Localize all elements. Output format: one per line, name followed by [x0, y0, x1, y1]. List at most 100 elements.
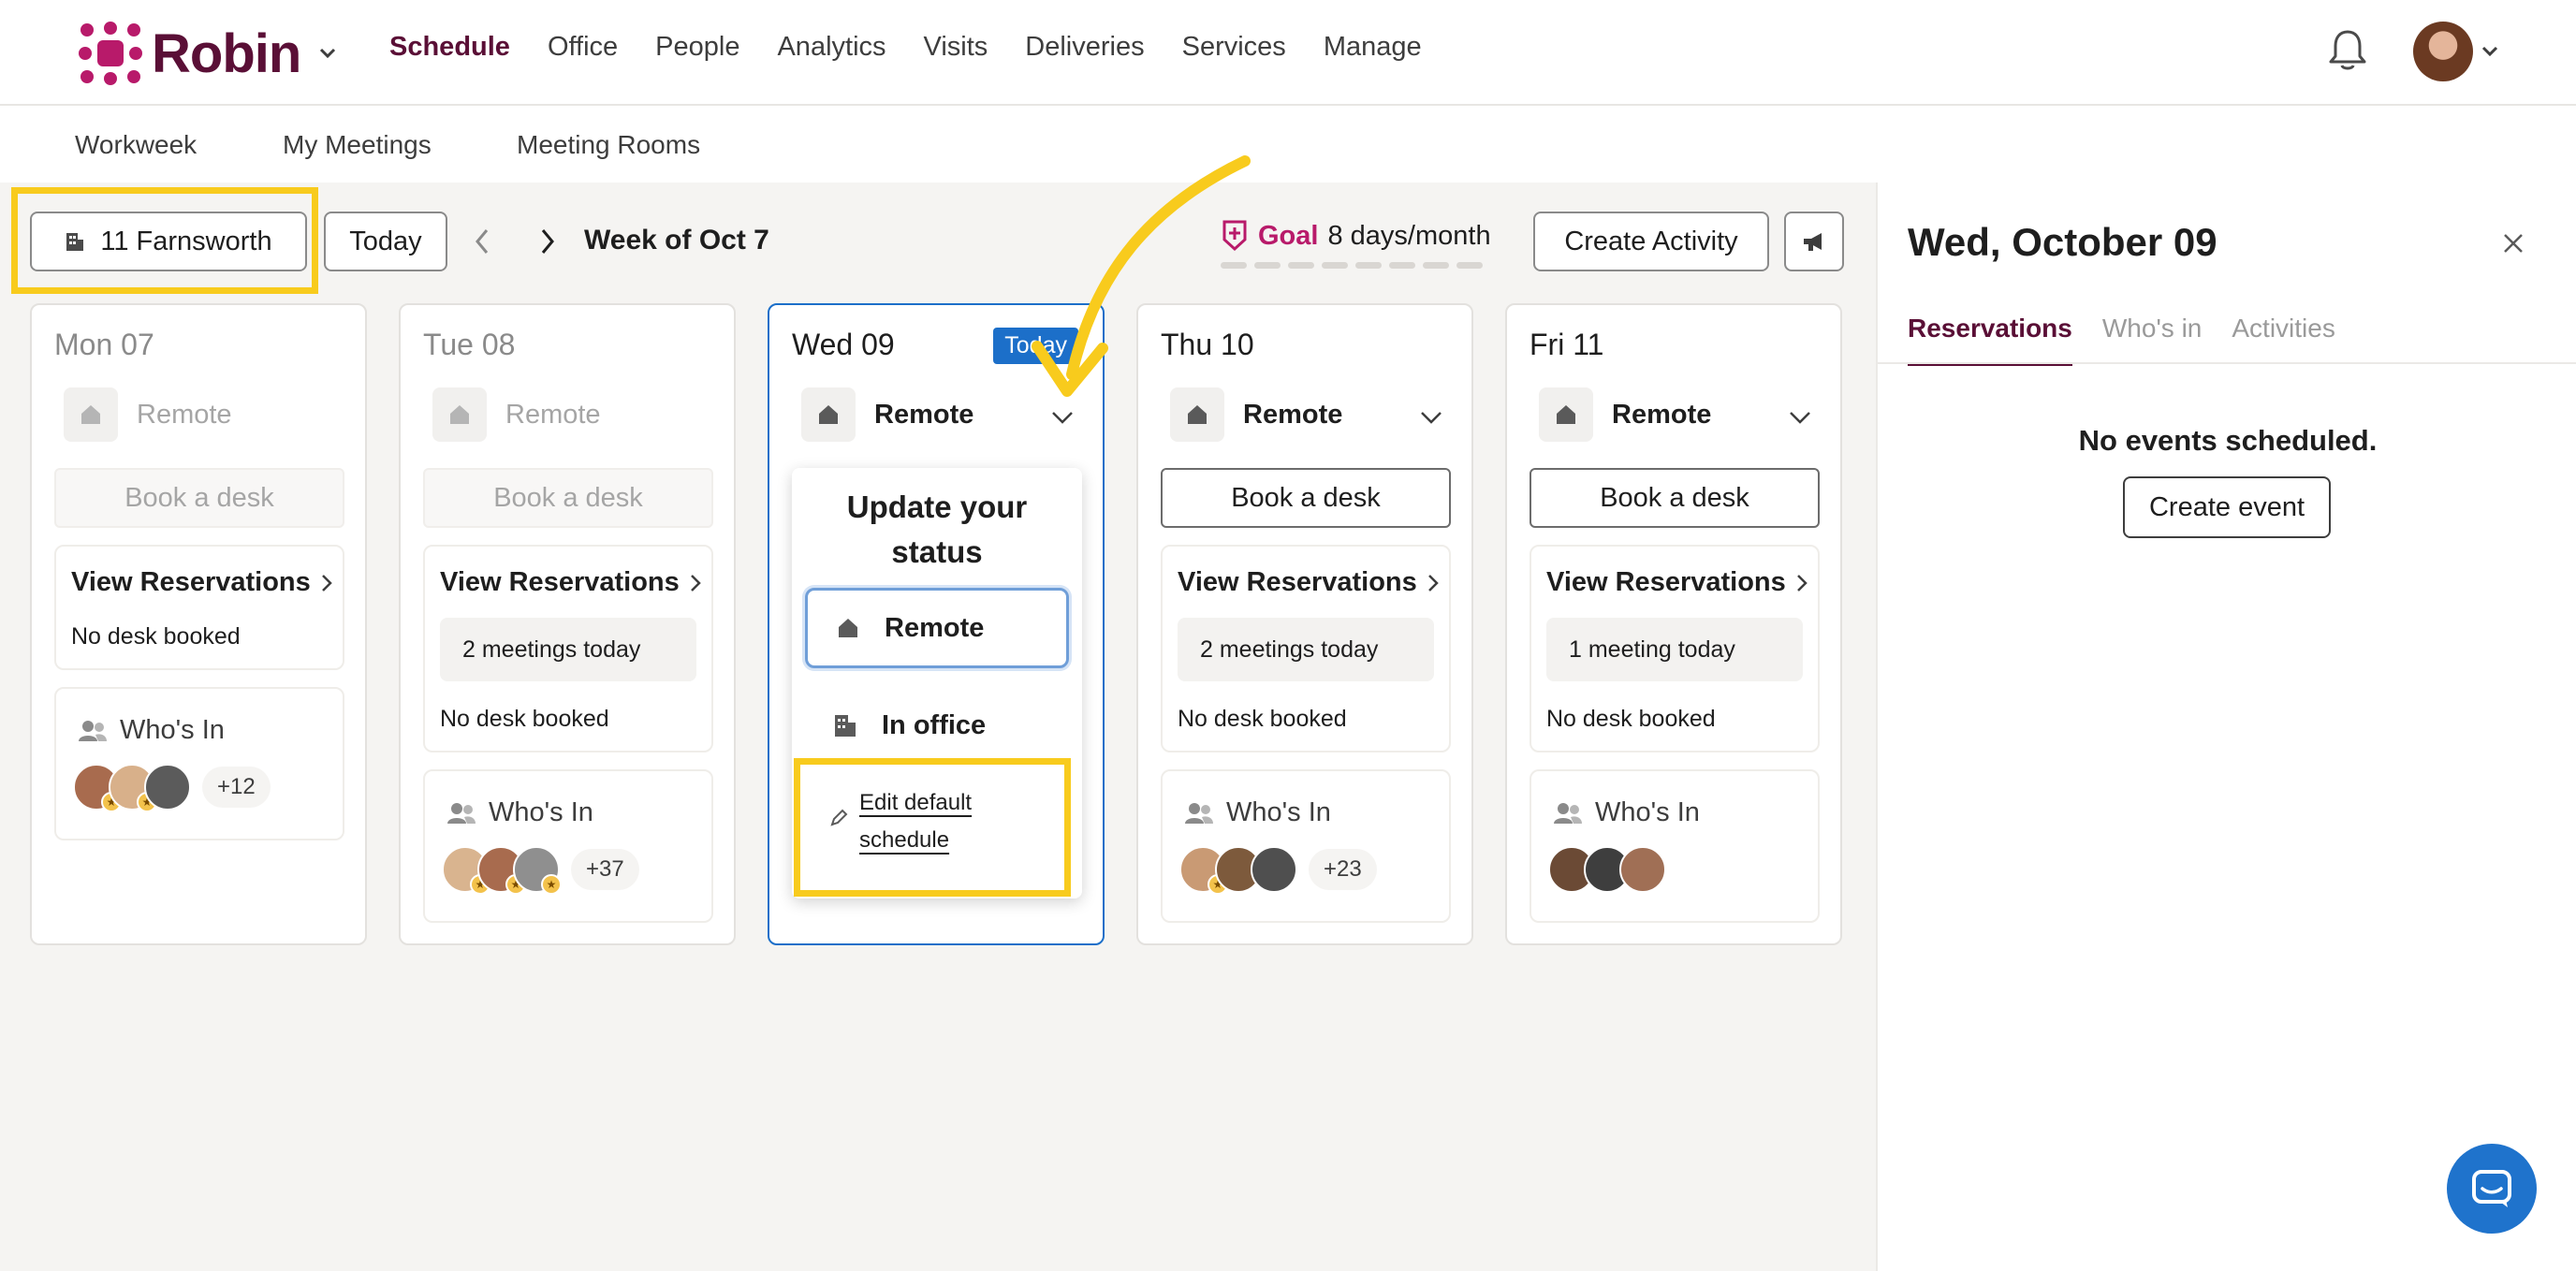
create-event-button[interactable]: Create event — [2123, 476, 2331, 538]
view-reservations-link[interactable]: View Reservations — [1178, 567, 1440, 598]
book-desk-button[interactable]: Book a desk — [1530, 468, 1820, 528]
status-indicator: Remote — [432, 387, 601, 442]
nav-item-visits[interactable]: Visits — [924, 32, 988, 63]
create-activity-button[interactable]: Create Activity — [1533, 212, 1769, 271]
status-dropdown[interactable]: Remote — [801, 387, 973, 442]
robin-logo-mark-icon — [79, 22, 142, 85]
view-reservations-link[interactable]: View Reservations — [1546, 567, 1808, 598]
nav-item-office[interactable]: Office — [548, 32, 618, 63]
reservations-card[interactable]: View Reservations No desk booked — [54, 545, 344, 670]
nav-item-people[interactable]: People — [655, 32, 739, 63]
meetings-count[interactable]: 2 meetings today — [440, 618, 696, 681]
edit-schedule-highlight-annotation — [794, 758, 1071, 897]
meetings-count[interactable]: 1 meeting today — [1546, 618, 1803, 681]
chevron-right-icon — [690, 574, 701, 592]
chevron-right-icon — [321, 574, 332, 592]
attendee-avatars[interactable]: ★ +23 — [1179, 846, 1377, 895]
people-icon — [79, 720, 107, 741]
chevron-right-icon — [1427, 574, 1439, 592]
status-label: Remote — [1243, 399, 1343, 430]
status-dropdown[interactable]: Remote — [1539, 387, 1711, 442]
no-desk-text: No desk booked — [1178, 706, 1347, 732]
no-desk-text: No desk booked — [71, 623, 241, 650]
chevron-down-icon[interactable] — [317, 43, 338, 64]
home-icon — [1539, 387, 1593, 442]
view-reservations-link[interactable]: View Reservations — [440, 567, 702, 598]
tab-divider — [1878, 362, 2576, 364]
next-week-icon[interactable] — [535, 226, 558, 256]
nav-item-deliveries[interactable]: Deliveries — [1025, 32, 1144, 63]
book-desk-button: Book a desk — [423, 468, 713, 528]
chevron-down-icon[interactable] — [1050, 410, 1075, 425]
chevron-down-icon[interactable] — [2481, 42, 2499, 61]
user-menu[interactable] — [2413, 22, 2499, 81]
robin-logo[interactable]: Robin — [79, 21, 338, 86]
reservations-card[interactable]: View Reservations 2 meetings today No de… — [1161, 545, 1451, 752]
book-desk-button[interactable]: Book a desk — [1161, 468, 1451, 528]
empty-state-text: No events scheduled. — [2078, 424, 2378, 457]
top-navigation-bar: Robin Schedule Office People Analytics V… — [0, 0, 2576, 106]
subnav-meeting-rooms[interactable]: Meeting Rooms — [517, 130, 700, 160]
day-column-thu: Thu 10 Remote Book a desk View Reservati… — [1136, 303, 1473, 945]
day-title: Fri 11 — [1530, 328, 1604, 361]
subnav-workweek[interactable]: Workweek — [75, 130, 197, 160]
nav-item-manage[interactable]: Manage — [1324, 32, 1422, 63]
reservations-card[interactable]: View Reservations 1 meeting today No des… — [1530, 545, 1820, 752]
people-icon — [1185, 802, 1213, 824]
no-desk-text: No desk booked — [440, 706, 609, 732]
panel-tabs: Reservations Who's in Activities — [1908, 314, 2335, 366]
goal-progress — [1221, 262, 1483, 269]
tab-activities[interactable]: Activities — [2232, 314, 2334, 366]
close-icon[interactable] — [2501, 231, 2525, 256]
notification-bell-icon[interactable] — [2327, 28, 2368, 73]
more-attendees-count: +37 — [571, 849, 639, 890]
announcement-button[interactable] — [1784, 212, 1844, 271]
whos-in-card[interactable]: Who's In ★ ★ ★ +37 — [423, 769, 713, 923]
whos-in-card[interactable]: Who's In — [1530, 769, 1820, 923]
tab-reservations[interactable]: Reservations — [1908, 314, 2072, 366]
today-button[interactable]: Today — [324, 212, 447, 271]
avatar[interactable] — [2413, 22, 2473, 81]
chevron-down-icon[interactable] — [1788, 410, 1812, 425]
book-desk-button: Book a desk — [54, 468, 344, 528]
day-column-tue: Tue 08 Remote Book a desk View Reservati… — [399, 303, 736, 945]
whos-in-title: Who's In — [1554, 797, 1700, 828]
status-dropdown[interactable]: Remote — [1170, 387, 1342, 442]
status-indicator: Remote — [64, 387, 232, 442]
avatar — [1619, 846, 1666, 893]
day-column-mon: Mon 07 Remote Book a desk View Reservati… — [30, 303, 367, 945]
more-attendees-count: +12 — [202, 767, 271, 808]
previous-week-icon[interactable] — [472, 226, 494, 256]
view-reservations-link[interactable]: View Reservations — [71, 567, 333, 598]
home-icon — [801, 387, 856, 442]
subnav-my-meetings[interactable]: My Meetings — [283, 130, 432, 160]
avatar — [1251, 846, 1297, 893]
chat-support-button[interactable] — [2447, 1144, 2537, 1234]
nav-item-services[interactable]: Services — [1182, 32, 1286, 63]
reservations-card[interactable]: View Reservations 2 meetings today No de… — [423, 545, 713, 752]
status-label: Remote — [137, 399, 232, 430]
status-label: Remote — [874, 399, 974, 430]
attendee-avatars[interactable]: ★ ★ +12 — [73, 764, 271, 812]
tab-whos-in[interactable]: Who's in — [2102, 314, 2203, 366]
main-nav: Schedule Office People Analytics Visits … — [389, 32, 1422, 63]
goal-shield-icon — [1222, 220, 1247, 252]
chevron-right-icon — [1796, 574, 1808, 592]
location-highlight-annotation — [11, 187, 318, 294]
meetings-count[interactable]: 2 meetings today — [1178, 618, 1434, 681]
status-option-remote[interactable]: Remote — [805, 588, 1069, 668]
nav-item-schedule[interactable]: Schedule — [389, 32, 510, 63]
attendee-avatars[interactable]: ★ ★ ★ +37 — [442, 846, 639, 895]
chevron-down-icon[interactable] — [1419, 410, 1443, 425]
whos-in-card[interactable]: Who's In ★ ★ +12 — [54, 687, 344, 840]
nav-item-analytics[interactable]: Analytics — [777, 32, 886, 63]
today-badge: Today — [993, 328, 1078, 364]
whos-in-card[interactable]: Who's In ★ +23 — [1161, 769, 1451, 923]
day-title: Mon 07 — [54, 328, 154, 361]
status-option-in-office[interactable]: In office — [805, 685, 1069, 766]
home-icon — [432, 387, 487, 442]
home-icon — [1170, 387, 1224, 442]
attendee-avatars[interactable] — [1548, 846, 1666, 893]
brand-name: Robin — [152, 22, 301, 84]
attendance-goal[interactable]: Goal 8 days/month — [1221, 219, 1491, 253]
